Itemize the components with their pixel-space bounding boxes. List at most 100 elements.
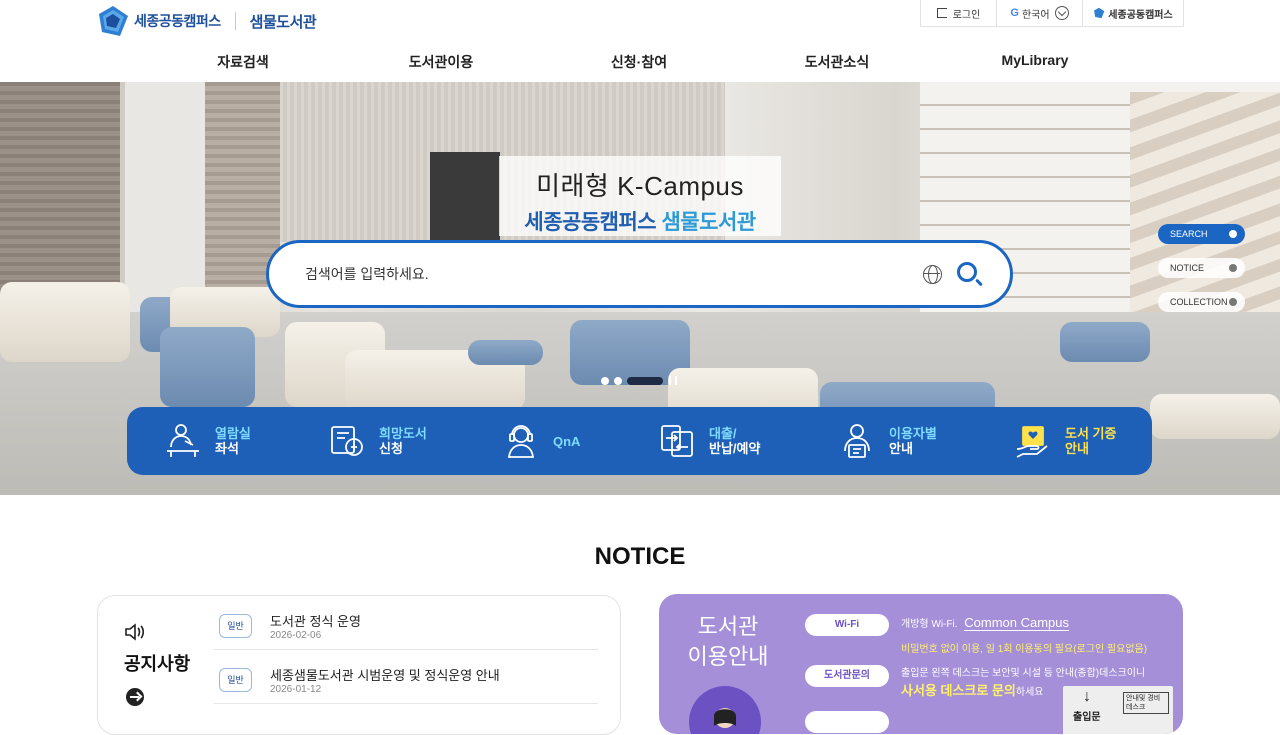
side-tab-label: COLLECTION — [1170, 297, 1228, 307]
library-guide-card[interactable]: 도서관 이용안내 Wi-Fi 개방형 Wi-Fi. Common Campus … — [659, 594, 1183, 734]
notice-date: 2026-01-12 — [270, 684, 322, 695]
book-request-icon — [327, 421, 367, 461]
hero-bg-seat — [1060, 322, 1150, 362]
quick-item-line1: 희망도서 — [379, 426, 427, 441]
login-icon — [936, 8, 947, 18]
google-translate-icon: G — [1010, 7, 1019, 19]
quick-item-user-guide[interactable]: 이용자별 안내 — [837, 407, 937, 475]
quick-item-label: 희망도서 신청 — [379, 426, 427, 456]
quick-item-line1: 대출/ — [709, 426, 737, 441]
notice-title[interactable]: 도서관 정식 운영 — [270, 611, 361, 630]
quick-item-line1: 도서 기증 — [1065, 426, 1117, 441]
chevron-down-icon — [1054, 6, 1069, 20]
nav-item-library-use[interactable]: 도서관이용 — [409, 52, 473, 72]
hero-bg-seat — [160, 327, 255, 407]
wifi-label: Wi-Fi — [805, 614, 889, 636]
quick-item-label: 이용자별 안내 — [889, 426, 937, 456]
slide-dot[interactable] — [614, 376, 622, 385]
inquiry-highlight-line: 사서용 데스크로 문의하세요 — [901, 680, 1043, 699]
nav-item-apply[interactable]: 신청·참여 — [611, 52, 667, 72]
slide-indicator — [601, 376, 677, 385]
notice-category-badge: 일반 — [219, 668, 252, 692]
quick-item-reading-room[interactable]: 열람실 좌석 — [163, 407, 251, 475]
guide-title-line1: 도서관 — [697, 614, 759, 639]
librarian-avatar — [689, 686, 761, 734]
side-tab-dot — [1229, 298, 1237, 306]
loan-return-icon — [657, 421, 697, 461]
quick-item-qna[interactable]: QnA — [501, 407, 580, 475]
notice-category-badge: 일반 — [219, 614, 252, 638]
nav-item-mylibrary[interactable]: MyLibrary — [1002, 52, 1069, 68]
language-label: 한국어 — [1021, 9, 1050, 21]
top-bar: 세종공동캠퍼스 샘물도서관 로그인 G 한국어 세종공동캠퍼스 — [0, 0, 1280, 40]
quick-item-line1: 이용자별 — [889, 426, 937, 441]
search-icon[interactable] — [957, 262, 977, 282]
inquiry-highlight: 사서용 데스크로 문의 — [901, 683, 1016, 698]
guide-title: 도서관 이용안내 — [683, 612, 773, 672]
hero-banner: 미래형 K-Campus 세종공동캠퍼스 샘물도서관 SEARCH NOTICE… — [0, 82, 1280, 495]
campus-small-logo-icon — [1094, 7, 1105, 19]
notice-board: 공지사항 일반 도서관 정식 운영 2026-02-06 일반 세종샘물도서관 … — [97, 595, 621, 735]
pause-icon[interactable] — [669, 376, 677, 385]
quick-item-line1: 열람실 — [215, 426, 251, 441]
side-tab-notice[interactable]: NOTICE — [1158, 258, 1245, 278]
side-tab-dot — [1229, 264, 1237, 272]
slide-dot[interactable] — [601, 376, 609, 385]
hero-subtitle: 세종공동캠퍼스 샘물도서관 — [499, 206, 781, 236]
guide-extra-pill — [805, 711, 889, 733]
hero-title: 미래형 K-Campus — [536, 171, 744, 201]
donation-icon — [1013, 421, 1053, 461]
notice-row[interactable]: 일반 세종샘물도서관 시범운영 및 정식운영 안내 2026-01-12 — [214, 650, 598, 704]
quick-item-label: 도서 기증 안내 — [1065, 426, 1116, 456]
quick-item-line2: 좌석 — [215, 441, 239, 456]
wifi-info: 개방형 Wi-Fi. Common Campus — [901, 615, 1070, 631]
quick-item-donation[interactable]: 도서 기증 안내 — [1013, 407, 1116, 475]
hero-side-tabs: SEARCH NOTICE COLLECTION — [1158, 224, 1245, 326]
quick-item-label: 대출/ 반납/예약 — [709, 426, 760, 456]
headset-icon — [501, 421, 541, 461]
quick-item-line2: 반납/예약 — [709, 441, 761, 456]
entrance-sign: ↓ 출입문 안내및 경비데스크 — [1063, 686, 1173, 734]
campus-link[interactable]: 세종공동캠퍼스 — [1083, 0, 1183, 26]
hero-bg-seat — [1150, 394, 1280, 439]
arrow-right-icon[interactable] — [126, 688, 144, 706]
user-guide-icon — [837, 421, 877, 461]
side-tab-collection[interactable]: COLLECTION — [1158, 292, 1245, 312]
quick-item-line2: 신청 — [379, 441, 403, 456]
inquiry-text: 출입문 왼쪽 데스크는 보안및 시설 등 안내(종합)데스크이니 — [901, 668, 1146, 679]
notice-title[interactable]: 세종샘물도서관 시범운영 및 정식운영 안내 — [270, 665, 500, 684]
info-desk-label: 안내및 경비데스크 — [1123, 692, 1169, 714]
wifi-note: 비밀번호 없이 이용, 일 1회 이용동의 필요(로그인 필요없음) — [901, 644, 1148, 655]
side-tab-dot — [1229, 230, 1237, 238]
hero-title-box: 미래형 K-Campus 세종공동캠퍼스 샘물도서관 — [499, 156, 781, 236]
quick-item-line2: 안내 — [889, 441, 913, 456]
nav-item-news[interactable]: 도서관소식 — [805, 52, 869, 72]
notice-section-title: NOTICE — [594, 543, 686, 570]
arrow-down-icon: ↓ — [1083, 688, 1091, 705]
search-input[interactable] — [305, 266, 865, 282]
globe-icon[interactable] — [923, 265, 942, 284]
notice-row[interactable]: 일반 도서관 정식 운영 2026-02-06 — [214, 596, 598, 650]
quick-item-label: QnA — [553, 434, 580, 449]
slide-dot-active[interactable] — [627, 376, 663, 385]
notice-date: 2026-02-06 — [270, 630, 322, 641]
hero-subtitle-library: 샘물도서관 — [661, 211, 756, 234]
hero-bg-seat — [468, 340, 543, 365]
side-tab-label: SEARCH — [1170, 229, 1208, 239]
quick-item-loan-return[interactable]: 대출/ 반납/예약 — [657, 407, 760, 475]
main-navigation: 자료검색 도서관이용 신청·참여 도서관소식 MyLibrary — [0, 42, 1280, 82]
logo-text: 세종공동캠퍼스 — [134, 13, 221, 29]
quick-item-book-request[interactable]: 희망도서 신청 — [327, 407, 427, 475]
notice-board-title: 공지사항 — [124, 654, 191, 674]
login-label: 로그인 — [952, 9, 981, 21]
login-button[interactable]: 로그인 — [921, 0, 997, 26]
language-select[interactable]: G 한국어 — [997, 0, 1083, 26]
reading-room-icon — [163, 421, 203, 461]
side-tab-search[interactable]: SEARCH — [1158, 224, 1245, 244]
entrance-label: 출입문 — [1073, 712, 1101, 723]
campus-link-label: 세종공동캠퍼스 — [1108, 9, 1173, 21]
nav-item-search[interactable]: 자료검색 — [217, 52, 269, 72]
inquiry-suffix: 하세요 — [1015, 687, 1044, 698]
site-logo[interactable]: 세종공동캠퍼스 샘물도서관 — [96, 4, 317, 38]
inquiry-label: 도서관문의 — [805, 665, 889, 687]
